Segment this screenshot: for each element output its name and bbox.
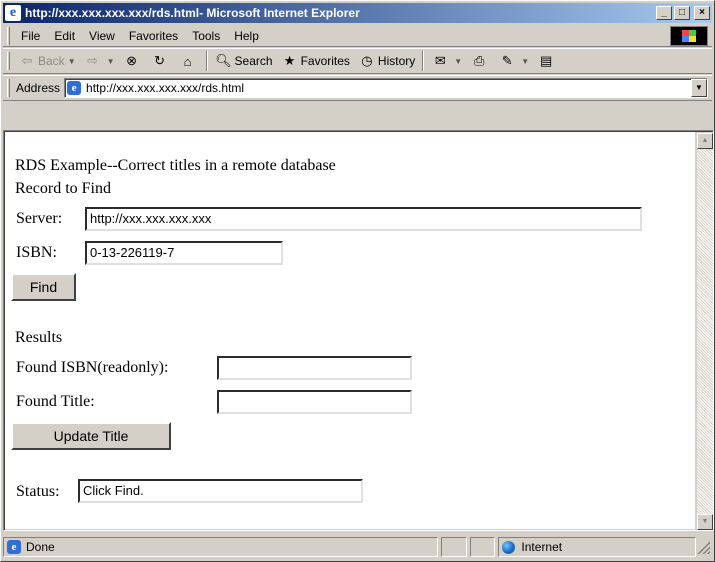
favorites-label: Favorites xyxy=(300,54,350,68)
menu-bar: File Edit View Favorites Tools Help xyxy=(3,25,712,47)
ie-icon: e xyxy=(5,5,21,21)
print-button[interactable]: ⎙ xyxy=(466,50,494,72)
mail-button[interactable]: ✉ ▼ xyxy=(427,50,466,72)
history-label: History xyxy=(377,54,416,68)
discuss-icon: ▤ xyxy=(539,53,553,68)
toolbar-grip[interactable] xyxy=(7,79,10,97)
status-bar: e Done Internet xyxy=(3,536,712,558)
server-label: Server: xyxy=(16,210,63,227)
status-pane-lock xyxy=(469,537,496,557)
update-title-button[interactable]: Update Title xyxy=(11,422,171,450)
isbn-input[interactable]: 0-13-226119-7 xyxy=(85,241,283,265)
back-label: Back xyxy=(38,54,65,68)
address-dropdown-button[interactable]: ▼ xyxy=(691,79,707,97)
menu-tools[interactable]: Tools xyxy=(185,27,227,45)
favorites-button[interactable]: ★ Favorites xyxy=(277,50,354,72)
page-content: RDS Example--Correct titles in a remote … xyxy=(5,132,695,529)
page-heading: RDS Example--Correct titles in a remote … xyxy=(15,157,336,174)
record-heading: Record to Find xyxy=(15,180,111,197)
close-button[interactable]: × xyxy=(694,6,710,20)
chevron-down-icon: ▼ xyxy=(106,56,115,66)
ie-page-icon: e xyxy=(7,540,21,554)
refresh-button[interactable]: ↻ xyxy=(147,50,175,72)
stop-button[interactable]: ⊗ xyxy=(119,50,147,72)
status-pane-progress xyxy=(440,537,467,557)
found-isbn-input[interactable] xyxy=(217,356,412,380)
found-title-input[interactable] xyxy=(217,390,412,414)
status-label: Status: xyxy=(16,483,60,500)
ie-page-icon: e xyxy=(67,81,82,95)
favorites-icon: ★ xyxy=(283,53,296,68)
minimize-button[interactable]: _ xyxy=(656,6,672,20)
chevron-down-icon: ▼ xyxy=(454,56,463,66)
discuss-button[interactable]: ▤ xyxy=(533,50,561,72)
address-label: Address xyxy=(16,81,61,95)
find-button[interactable]: Find xyxy=(11,273,76,301)
maximize-button[interactable]: □ xyxy=(674,6,690,20)
menu-file[interactable]: File xyxy=(14,27,47,45)
status-text: Done xyxy=(26,540,55,554)
edit-button[interactable]: ✎ ▼ xyxy=(494,50,533,72)
mail-icon: ✉ xyxy=(434,53,446,68)
menu-favorites[interactable]: Favorites xyxy=(122,27,185,45)
home-icon: ⌂ xyxy=(183,53,192,69)
stop-icon: ⊗ xyxy=(126,53,137,68)
chevron-down-icon: ▼ xyxy=(521,56,530,66)
windows-logo-icon xyxy=(670,25,708,46)
search-icon: 🔍︎ xyxy=(215,53,232,68)
toolbar-grip[interactable] xyxy=(7,52,10,70)
forward-arrow-icon: ⇨ xyxy=(87,53,99,68)
toolbar-grip[interactable] xyxy=(7,26,10,45)
scroll-up-button[interactable]: ▲ xyxy=(697,133,713,149)
isbn-label: ISBN: xyxy=(16,244,57,261)
edit-icon: ✎ xyxy=(501,53,513,68)
vertical-scrollbar[interactable]: ▲ ▼ xyxy=(697,133,713,530)
found-title-label: Found Title: xyxy=(16,393,95,410)
back-arrow-icon: ⇦ xyxy=(21,53,33,68)
address-url: http://xxx.xxx.xxx.xxx/rds.html xyxy=(86,81,245,95)
chevron-down-icon: ▼ xyxy=(67,56,76,66)
status-zone-pane: Internet xyxy=(498,537,697,557)
forward-button[interactable]: ⇨ ▼ xyxy=(80,50,119,72)
status-input[interactable]: Click Find. xyxy=(78,479,363,503)
resize-grip-icon[interactable] xyxy=(696,540,710,554)
menu-help[interactable]: Help xyxy=(227,27,266,45)
standard-toolbar: ⇦ Back ▼ ⇨ ▼ ⊗ ↻ ⌂ 🔍︎ Search ★ Favorites… xyxy=(3,48,712,74)
search-label: Search xyxy=(234,54,273,68)
refresh-icon: ↻ xyxy=(154,53,165,68)
server-input[interactable]: http://xxx.xxx.xxx.xxx xyxy=(85,207,642,231)
menu-view[interactable]: View xyxy=(82,27,122,45)
menu-edit[interactable]: Edit xyxy=(47,27,82,45)
status-zone: Internet xyxy=(521,540,563,554)
found-isbn-label: Found ISBN(readonly): xyxy=(16,359,169,376)
title-bar: e http://xxx.xxx.xxx.xxx/rds.html- Micro… xyxy=(3,3,712,23)
status-text-pane: e Done xyxy=(3,537,438,557)
address-bar: Address e http://xxx.xxx.xxx.xxx/rds.htm… xyxy=(3,75,712,101)
browser-window: e http://xxx.xxx.xxx.xxx/rds.html- Micro… xyxy=(0,0,715,562)
print-icon: ⎙ xyxy=(473,53,485,68)
history-icon: ◷ xyxy=(361,53,373,68)
globe-icon xyxy=(502,540,516,554)
history-button[interactable]: ◷ History xyxy=(354,50,419,72)
toolbar-separator xyxy=(422,51,425,71)
address-input[interactable]: e http://xxx.xxx.xxx.xxx/rds.html ▼ xyxy=(64,78,708,98)
home-button[interactable]: ⌂ xyxy=(175,50,203,72)
scroll-down-button[interactable]: ▼ xyxy=(697,514,713,530)
toolbar-separator xyxy=(205,51,208,71)
search-button[interactable]: 🔍︎ Search xyxy=(211,50,277,72)
results-heading: Results xyxy=(15,329,63,346)
window-title: http://xxx.xxx.xxx.xxx/rds.html- Microso… xyxy=(25,6,360,20)
back-button[interactable]: ⇦ Back ▼ xyxy=(14,50,80,72)
